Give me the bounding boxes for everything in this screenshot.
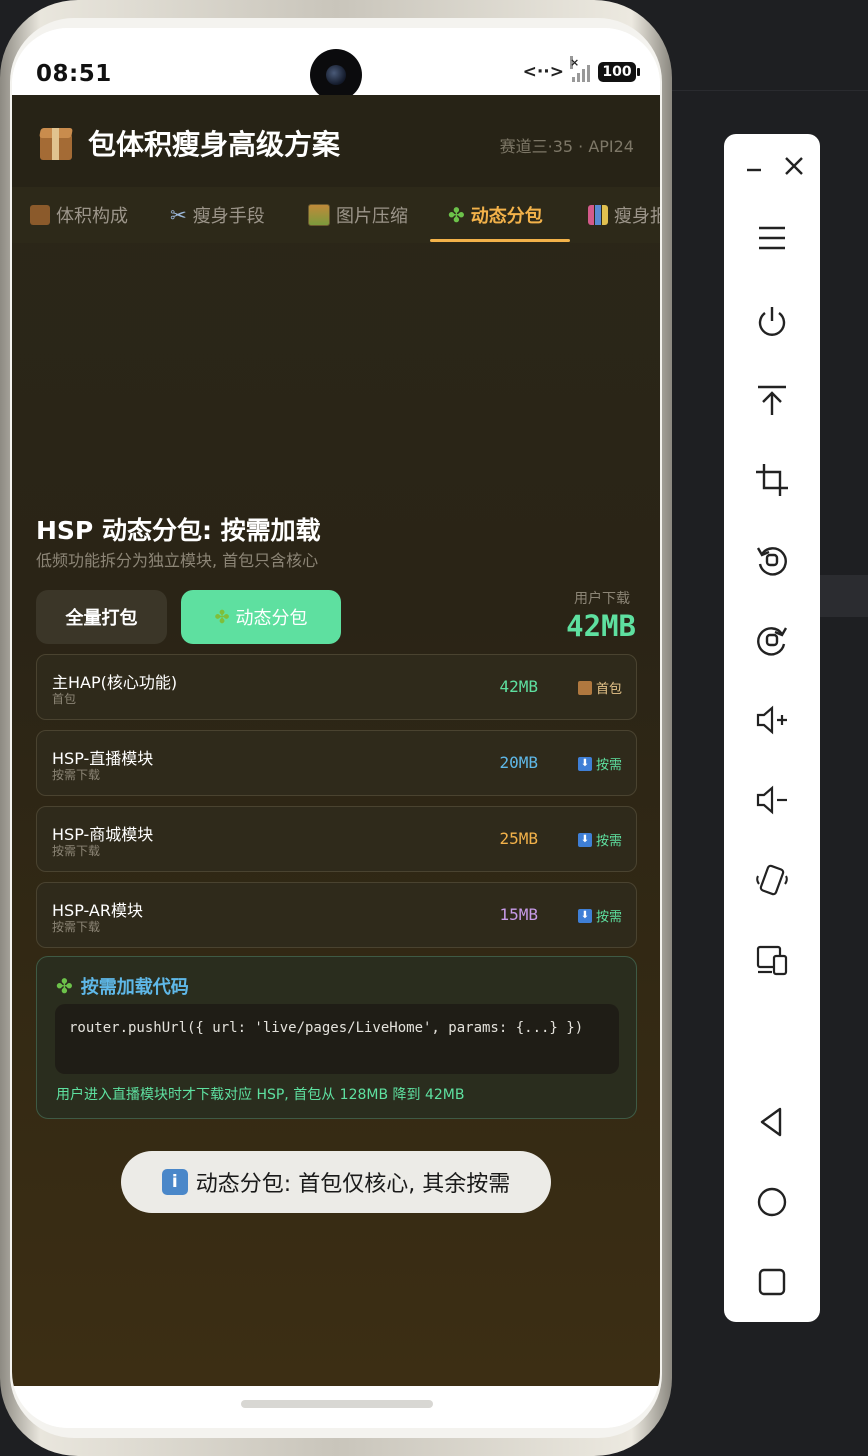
package-icon <box>577 680 592 695</box>
dynamic-split-button[interactable]: ✤ 动态分包 <box>181 590 341 644</box>
module-size: 25MB <box>499 829 538 848</box>
home-indicator[interactable] <box>241 1400 433 1408</box>
section-title: HSP 动态分包: 按需加载 <box>36 516 321 545</box>
volume-down-icon[interactable] <box>748 776 796 824</box>
download-icon: ⬇ <box>577 832 592 847</box>
module-sub: 按需下载 <box>52 844 101 858</box>
code-text: router.pushUrl({ url: 'live/pages/LiveHo… <box>69 1020 584 1036</box>
package-icon <box>38 126 76 160</box>
multi-device-icon[interactable] <box>748 936 796 984</box>
app-title: 包体积瘦身高级方案 <box>38 123 340 163</box>
module-tag-label: 按需 <box>595 758 622 773</box>
rotate-left-icon[interactable] <box>748 536 796 584</box>
code-card-title: ✤ 按需加载代码 <box>56 973 189 999</box>
back-icon[interactable] <box>748 1098 796 1146</box>
module-tag-label: 按需 <box>595 910 622 925</box>
emulator-panel <box>724 134 820 1322</box>
tab-label: 图片压缩 <box>336 206 408 227</box>
power-icon[interactable] <box>748 297 796 345</box>
module-tag: ⬇ 按需 <box>577 754 622 773</box>
app-screen: 包体积瘦身高级方案 赛道三·35 · API24 体积构成 ✂ 瘦身手段 图片压… <box>12 95 660 1386</box>
module-tag-label: 按需 <box>595 834 622 849</box>
close-icon[interactable] <box>770 142 818 190</box>
phone-frame: 08:51 <··> × 100 包体积瘦身高级方案 赛道三·35 · API2… <box>0 0 672 1456</box>
module-size: 20MB <box>499 753 538 772</box>
tab-label: 动态分包 <box>470 206 543 227</box>
toast: i 动态分包: 首包仅核心, 其余按需 <box>121 1151 551 1213</box>
puzzle-icon: ✤ <box>214 606 230 628</box>
phone-bezel: 08:51 <··> × 100 包体积瘦身高级方案 赛道三·35 · API2… <box>10 18 662 1438</box>
status-icons: <··> × 100 <box>522 56 640 82</box>
menu-icon[interactable] <box>748 214 796 262</box>
module-sub: 按需下载 <box>52 920 101 934</box>
code-card: ✤ 按需加载代码 router.pushUrl({ url: 'live/pag… <box>36 956 637 1119</box>
desktop-highlight <box>820 575 868 617</box>
toast-text: 动态分包: 首包仅核心, 其余按需 <box>195 1172 511 1197</box>
tab-dynamic-split[interactable]: ✤ 动态分包 <box>448 187 543 243</box>
recents-icon[interactable] <box>748 1258 796 1306</box>
tab-composition[interactable]: 体积构成 <box>30 187 128 243</box>
app-title-text: 包体积瘦身高级方案 <box>88 128 341 161</box>
shake-icon[interactable] <box>748 856 796 904</box>
module-row: HSP-商城模块 按需下载 25MB ⬇ 按需 <box>36 806 637 872</box>
scissors-icon: ✂ <box>170 203 187 227</box>
desktop-divider <box>672 90 868 91</box>
app-subtitle: 赛道三·35 · API24 <box>499 137 634 156</box>
module-size: 42MB <box>499 677 538 696</box>
module-sub: 按需下载 <box>52 768 101 782</box>
module-row: HSP-AR模块 按需下载 15MB ⬇ 按需 <box>36 882 637 948</box>
download-size-label: 用户下载 <box>574 591 630 607</box>
data-transfer-icon: <··> <box>522 62 564 82</box>
volume-up-icon[interactable] <box>748 696 796 744</box>
module-tag-label: 首包 <box>595 682 622 697</box>
puzzle-icon: ✤ <box>56 974 73 998</box>
tab-slimming[interactable]: ✂ 瘦身手段 <box>170 187 265 243</box>
tab-image-compress[interactable]: 图片压缩 <box>308 187 408 243</box>
download-icon: ⬇ <box>577 756 592 771</box>
module-tag: ⬇ 按需 <box>577 906 622 925</box>
active-tab-indicator <box>430 239 570 242</box>
pin-top-icon[interactable] <box>748 377 796 425</box>
code-card-title-text: 按需加载代码 <box>80 977 189 998</box>
section-description: 低频功能拆分为独立模块, 首包只含核心 <box>36 551 319 570</box>
battery-icon: 100 <box>598 62 640 82</box>
no-signal-mark: × <box>570 56 580 69</box>
rotate-right-icon[interactable] <box>748 616 796 664</box>
tab-label: 体积构成 <box>56 206 128 227</box>
code-note: 用户进入直播模块时才下载对应 HSP, 首包从 128MB 降到 42MB <box>56 1087 465 1103</box>
signal-icon: × <box>570 56 590 82</box>
module-size: 15MB <box>499 905 538 924</box>
download-size-value: 42MB <box>566 609 636 643</box>
front-camera <box>310 49 362 101</box>
tab-bar: 体积构成 ✂ 瘦身手段 图片压缩 ✤ 动态分包 瘦身报 <box>12 187 660 243</box>
module-list: 主HAP(核心功能) 首包 42MB 首包 HSP-直播模块 按需下载 20MB <box>36 654 637 958</box>
tab-label: 瘦身报 <box>614 206 660 227</box>
puzzle-icon: ✤ <box>448 203 465 227</box>
navigation-bar <box>12 1386 660 1428</box>
module-tag: ⬇ 按需 <box>577 830 622 849</box>
dynamic-split-label: 动态分包 <box>235 608 308 629</box>
module-sub: 首包 <box>52 692 77 706</box>
module-row: 主HAP(核心功能) 首包 42MB 首包 <box>36 654 637 720</box>
module-row: HSP-直播模块 按需下载 20MB ⬇ 按需 <box>36 730 637 796</box>
info-icon: i <box>161 1169 188 1195</box>
bar-chart-icon <box>588 205 608 225</box>
app-header: 包体积瘦身高级方案 赛道三·35 · API24 <box>12 95 660 187</box>
camera-lens <box>326 65 346 85</box>
tab-report[interactable]: 瘦身报 <box>588 187 660 243</box>
full-package-button[interactable]: 全量打包 <box>36 590 167 644</box>
home-icon[interactable] <box>748 1178 796 1226</box>
crop-icon[interactable] <box>748 456 796 504</box>
picture-icon <box>308 204 330 226</box>
status-bar: 08:51 <··> × 100 <box>12 28 660 101</box>
code-block: router.pushUrl({ url: 'live/pages/LiveHo… <box>55 1004 619 1074</box>
phone-screen: 08:51 <··> × 100 包体积瘦身高级方案 赛道三·35 · API2… <box>12 28 660 1428</box>
download-icon: ⬇ <box>577 908 592 923</box>
status-time: 08:51 <box>36 61 112 87</box>
tab-label: 瘦身手段 <box>192 206 265 227</box>
package-icon <box>30 205 50 225</box>
module-tag: 首包 <box>577 678 622 697</box>
